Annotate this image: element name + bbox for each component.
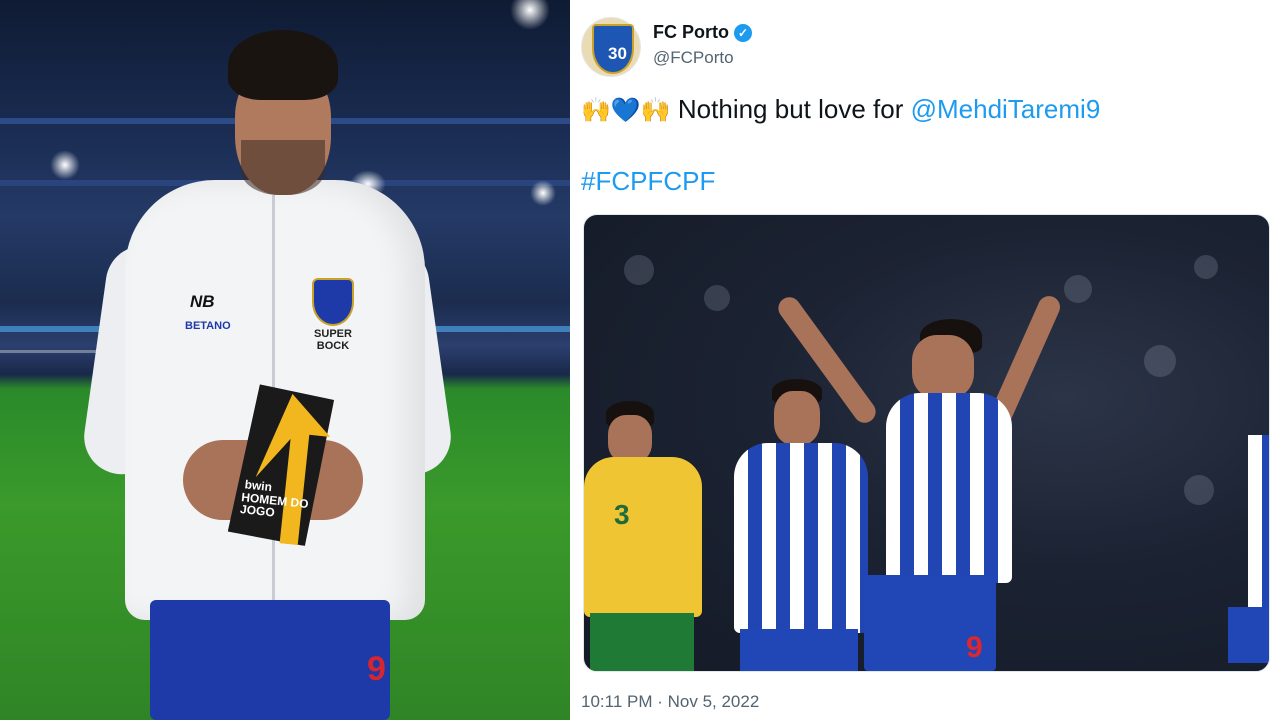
player-shorts (590, 613, 694, 671)
tweet-timestamp[interactable]: 10:11 PM · Nov 5, 2022 (581, 692, 759, 712)
crowd (1184, 475, 1214, 505)
avatar-anniversary-number: 30 (608, 44, 627, 63)
sponsor-logo-betano: BETANO (185, 320, 231, 332)
account-avatar[interactable]: 30 (581, 17, 641, 77)
sponsor-logo-nb: NB (190, 292, 215, 311)
shirt-number: 3 (614, 499, 630, 530)
player-face (774, 391, 820, 445)
club-crest-icon: 30 (592, 24, 634, 74)
raising-hands-icon: 🙌 (640, 97, 671, 124)
player-shorts (150, 600, 390, 720)
player-face (608, 415, 652, 463)
player-figure: NB BETANO SUPER BOCK 9 bwin HOMEM DO JOG… (79, 30, 456, 720)
player-award-photo: NB BETANO SUPER BOCK 9 bwin HOMEM DO JOG… (0, 0, 570, 720)
tweet-text-body: Nothing but love for (670, 94, 911, 124)
blue-heart-icon: 💙 (610, 97, 641, 124)
verified-badge-icon: ✓ (734, 24, 752, 42)
crowd (1194, 255, 1218, 279)
player-shirt (584, 457, 702, 617)
player-hair (228, 30, 338, 100)
player-shirt (734, 443, 868, 633)
crowd (624, 255, 654, 285)
tweet-card: 30 FC Porto ✓ @FCPorto 🙌💙🙌 Nothing but l… (570, 0, 1280, 720)
player-shorts (740, 629, 858, 671)
stadium-light (530, 180, 556, 206)
stadium-light (510, 0, 550, 30)
crowd (704, 285, 730, 311)
man-of-the-match-trophy: bwin HOMEM DO JOGO (227, 383, 335, 548)
stadium-light (50, 150, 80, 180)
club-crest-icon (312, 278, 354, 326)
shorts-number: 9 (367, 650, 386, 688)
tweet-media-photo[interactable]: 3 9 (583, 214, 1270, 672)
player-shirt (1248, 435, 1269, 615)
crowd (1144, 345, 1176, 377)
tweet-text: 🙌💙🙌 Nothing but love for @MehdiTaremi9 (581, 94, 1100, 125)
player-face (912, 335, 974, 399)
raising-hands-icon: 🙌 (581, 97, 611, 124)
mention-link[interactable]: @MehdiTaremi9 (911, 94, 1101, 124)
crowd (1064, 275, 1092, 303)
account-display-name[interactable]: FC Porto (653, 22, 729, 43)
sponsor-logo-superbock: SUPER BOCK (314, 328, 352, 352)
player-shorts (1228, 607, 1269, 663)
player-shirt (886, 393, 1012, 583)
player-beard (241, 140, 325, 195)
shorts-number: 9 (966, 631, 983, 664)
hashtag-link[interactable]: #FCPFCPF (581, 166, 715, 197)
account-handle[interactable]: @FCPorto (653, 48, 734, 68)
